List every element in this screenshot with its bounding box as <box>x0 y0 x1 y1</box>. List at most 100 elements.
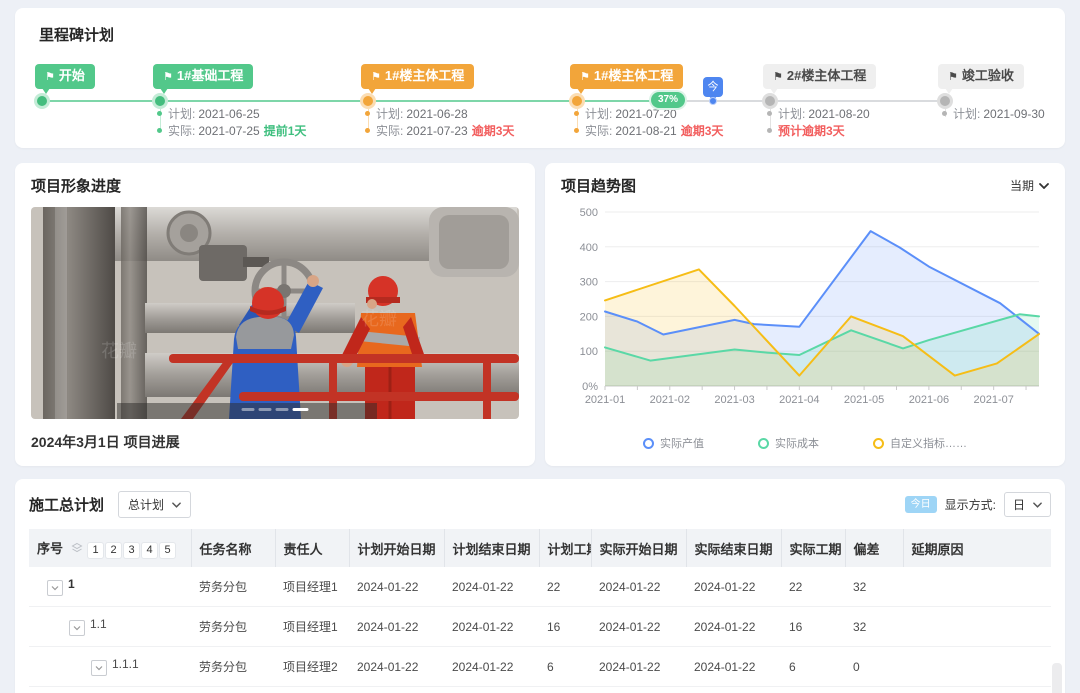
carousel-dot[interactable] <box>259 408 272 411</box>
legend-label: 实际产值 <box>660 435 704 451</box>
carousel-dot-active[interactable] <box>293 408 309 411</box>
legend-item[interactable]: 实际产值 <box>643 435 704 451</box>
column-header: 计划结束日期 <box>444 529 539 567</box>
column-header: 计划工期 <box>539 529 591 567</box>
carousel-dot[interactable] <box>242 408 255 411</box>
cell-delay-reason <box>903 647 1051 687</box>
milestone-dot <box>34 93 50 109</box>
cell-delay-reason <box>903 607 1051 647</box>
milestone-badge: ⚑1#楼主体工程 <box>570 64 683 89</box>
watermark-text: 花瓣 <box>101 341 137 361</box>
cell-plan-days: 5 <box>539 687 591 693</box>
cell-seq: 1.1.2 <box>29 687 191 693</box>
cell-actual-end: 2024-01-22 <box>686 687 781 693</box>
bullet-icon <box>365 128 370 133</box>
carousel-dot[interactable] <box>276 408 289 411</box>
flag-icon: ⚑ <box>773 71 783 83</box>
legend-marker-icon <box>873 438 884 449</box>
milestone-badge: ⚑开始 <box>35 64 95 89</box>
level-button-5[interactable]: 5 <box>160 543 175 558</box>
photo-caption: 2024年3月1日 项目进展 <box>31 432 519 452</box>
legend-item[interactable]: 自定义指标…… <box>873 435 967 451</box>
cell-deviation: 32 <box>845 567 903 607</box>
level-button-2[interactable]: 2 <box>106 543 121 558</box>
task-id: 1.1 <box>90 617 107 631</box>
legend-label: 自定义指标…… <box>890 435 967 451</box>
table-row[interactable]: 1.1.1 劳务分包 项目经理2 2024-01-22 2024-01-22 6… <box>29 647 1051 687</box>
period-selector[interactable]: 当期 <box>1010 177 1049 194</box>
project-photo-illustration: 花瓣 花瓣 <box>31 207 519 419</box>
column-header: 计划开始日期 <box>349 529 444 567</box>
today-dot <box>709 97 717 105</box>
display-mode-select[interactable]: 日 <box>1004 492 1051 517</box>
cell-task: 劳务分包 <box>191 647 275 687</box>
cell-plan-end: 2024-01-22 <box>444 687 539 693</box>
cell-owner: 项目经理1 <box>275 607 349 647</box>
column-header: 任务名称 <box>191 529 275 567</box>
task-id: 1 <box>68 577 75 591</box>
milestone-card: 里程碑计划 ⚑开始 ⚑1#基础工程 计划:2021-06-25 实际:2021-… <box>15 8 1065 148</box>
table-row[interactable]: 1 劳务分包 项目经理1 2024-01-22 2024-01-22 22 20… <box>29 567 1051 607</box>
schedule-card: 施工总计划 总计划 今日 显示方式: 日 序号 12345任 <box>15 479 1065 693</box>
timeline-line-future <box>678 100 945 102</box>
cell-actual-days: 22 <box>781 567 845 607</box>
carousel-indicators <box>242 408 309 411</box>
expand-toggle-icon[interactable] <box>91 660 107 676</box>
milestone-dates: 计划:2021-09-30 <box>942 106 1045 123</box>
level-button-3[interactable]: 3 <box>124 543 139 558</box>
expand-toggle-icon[interactable] <box>69 620 85 636</box>
column-header: 实际工期 <box>781 529 845 567</box>
legend-marker-icon <box>758 438 769 449</box>
column-header: 延期原因 <box>903 529 1051 567</box>
chart-legend: 实际产值 实际成本 自定义指标…… <box>561 435 1049 451</box>
bullet-icon <box>365 111 370 116</box>
cell-plan-start: 2024-01-22 <box>349 647 444 687</box>
flag-icon: ⚑ <box>371 71 381 83</box>
cell-actual-start: 2024-01-22 <box>591 607 686 647</box>
x-tick-label: 2021-03 <box>714 394 754 406</box>
cell-delay-reason <box>903 567 1051 607</box>
milestone-timeline: ⚑开始 ⚑1#基础工程 计划:2021-06-25 实际:2021-07-25提… <box>25 53 1055 153</box>
table-row[interactable]: 1.1 劳务分包 项目经理1 2024-01-22 2024-01-22 16 … <box>29 607 1051 647</box>
y-tick-label: 500 <box>580 207 598 219</box>
cell-deviation: 1 <box>845 687 903 693</box>
cell-actual-start: 2024-01-22 <box>591 647 686 687</box>
today-jump-button[interactable]: 今日 <box>905 496 937 513</box>
dashboard-page: 里程碑计划 ⚑开始 ⚑1#基础工程 计划:2021-06-25 实际:2021-… <box>0 0 1080 693</box>
side-panel-handle[interactable]: 显示 <box>1052 663 1062 693</box>
bullet-icon <box>157 111 162 116</box>
display-mode-value: 日 <box>1013 496 1025 513</box>
column-header: 实际开始日期 <box>591 529 686 567</box>
project-photo[interactable]: 花瓣 花瓣 <box>31 207 519 419</box>
actual-date: 2021-07-25 <box>198 124 259 138</box>
bullet-icon <box>767 111 772 116</box>
y-tick-label: 0% <box>582 381 598 393</box>
plan-type-select[interactable]: 总计划 <box>118 491 191 518</box>
cell-plan-end: 2024-01-22 <box>444 567 539 607</box>
cell-actual-end: 2024-01-22 <box>686 607 781 647</box>
task-id: 1.1.1 <box>112 657 139 671</box>
cell-seq: 1.1 <box>29 607 191 647</box>
flag-icon: ⚑ <box>45 71 55 83</box>
bullet-icon <box>574 111 579 116</box>
milestone-name: 竣工验收 <box>962 68 1014 83</box>
cell-deviation: 0 <box>845 647 903 687</box>
status-note: 预计逾期3天 <box>778 124 845 138</box>
level-button-1[interactable]: 1 <box>88 543 103 558</box>
table-row[interactable]: 1.1.2 劳务分包 项目经理3 2024-01-22 2024-01-22 5… <box>29 687 1051 693</box>
cell-plan-start: 2024-01-22 <box>349 607 444 647</box>
cell-actual-days: 5 <box>781 687 845 693</box>
milestone-dates: 计划:2021-06-28 实际:2021-07-23逾期3天 <box>365 106 514 140</box>
x-tick-label: 2021-02 <box>650 394 690 406</box>
level-button-4[interactable]: 4 <box>142 543 157 558</box>
legend-item[interactable]: 实际成本 <box>758 435 819 451</box>
milestone-name: 2#楼主体工程 <box>787 68 866 83</box>
plan-date: 2021-08-20 <box>808 107 869 121</box>
expand-toggle-icon[interactable] <box>47 580 63 596</box>
milestone-title: 里程碑计划 <box>39 24 1055 45</box>
plan-date: 2021-06-25 <box>198 107 259 121</box>
milestone-badge: ⚑竣工验收 <box>938 64 1024 89</box>
plan-date: 2021-07-20 <box>615 107 676 121</box>
legend-marker-icon <box>643 438 654 449</box>
column-header: 偏差 <box>845 529 903 567</box>
